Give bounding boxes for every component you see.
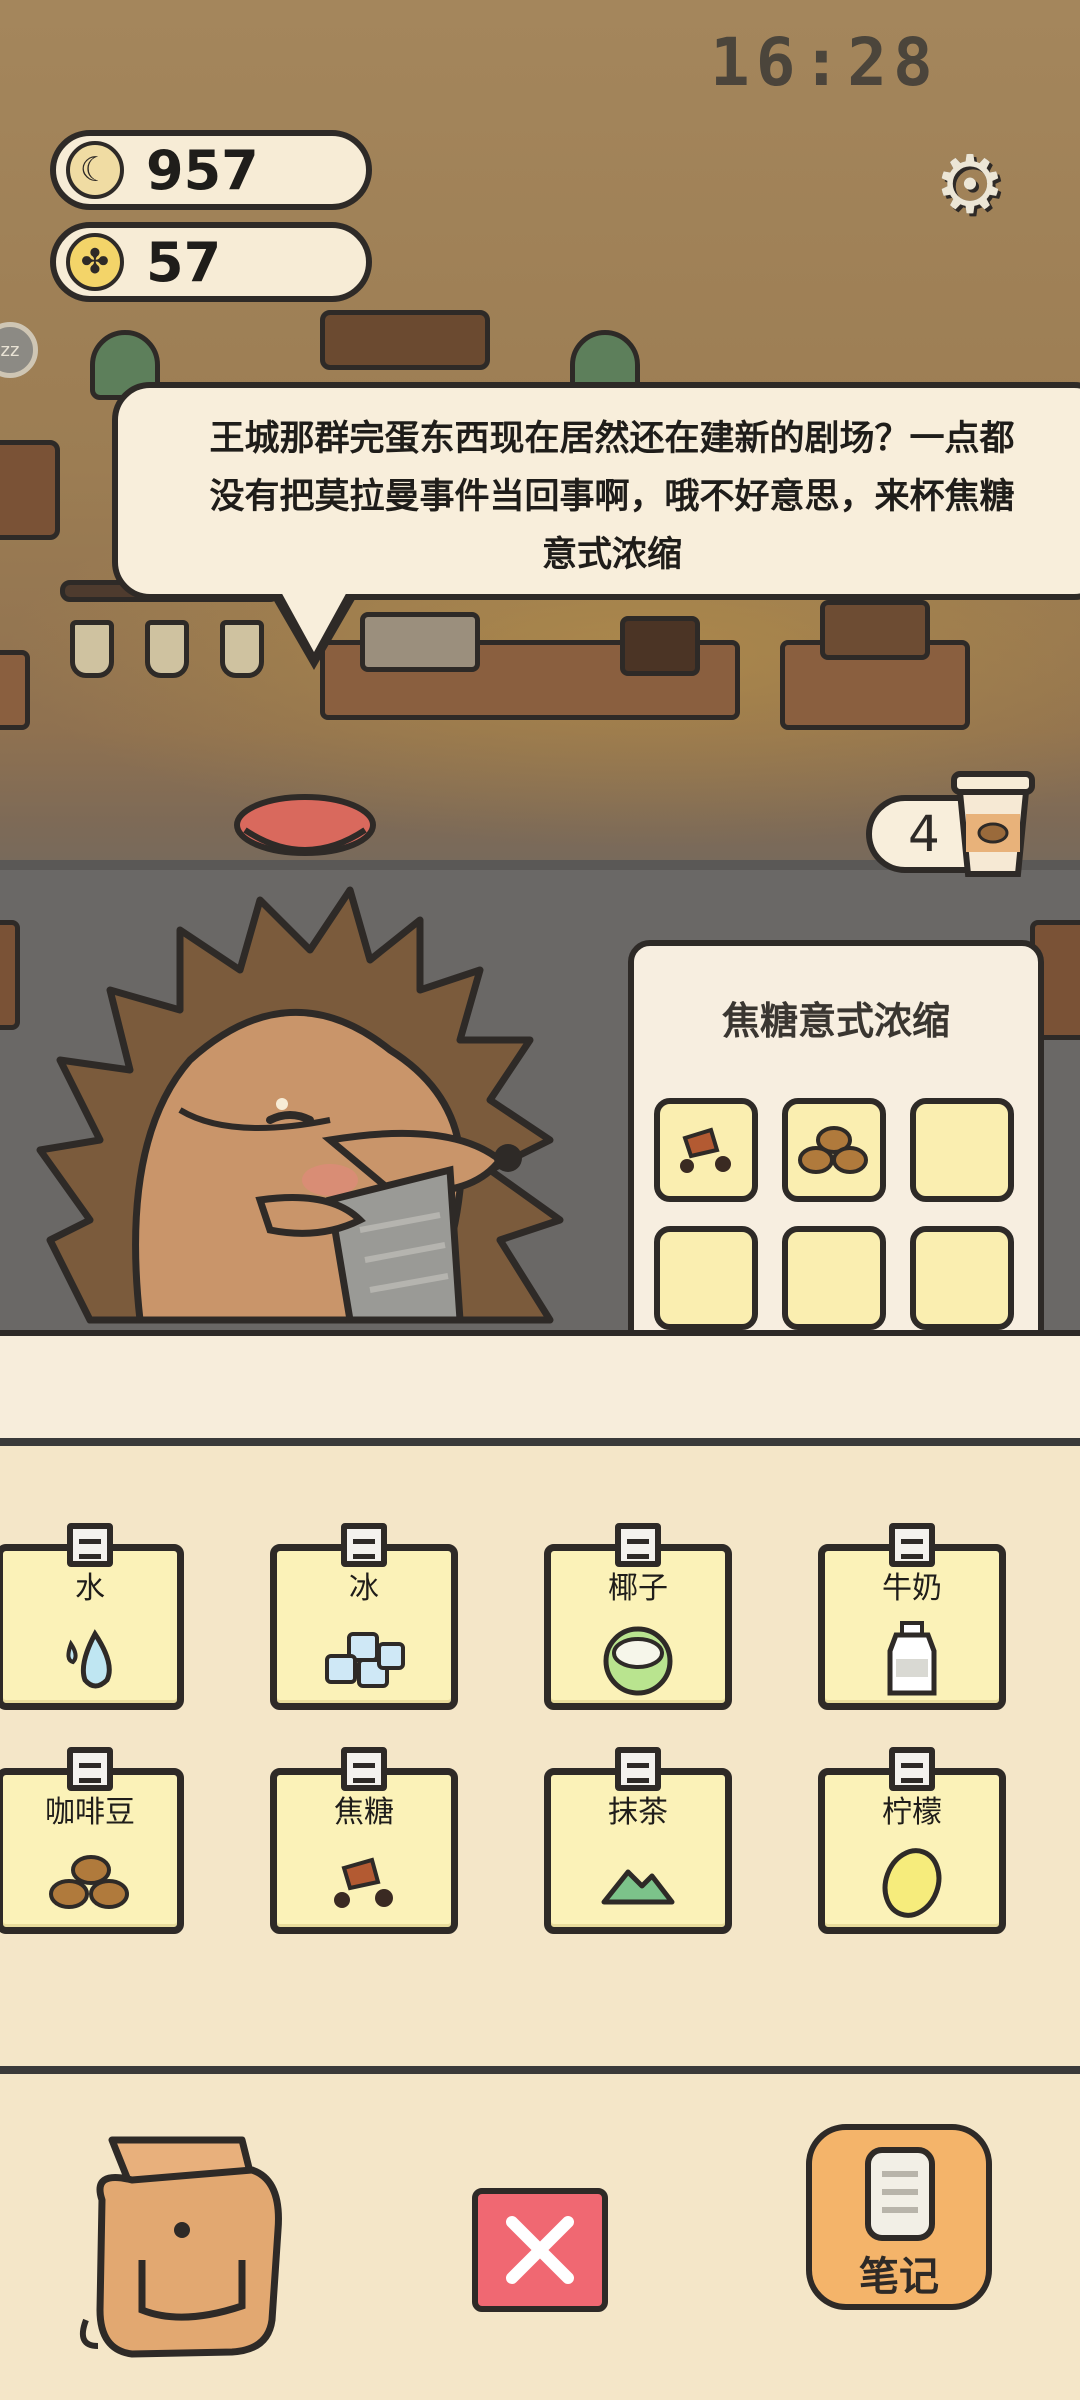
caramel-icon (680, 1127, 731, 1173)
ingredient-name: 椰子 (608, 1571, 668, 1606)
matcha-icon (601, 1869, 675, 1905)
recipe-slot-3[interactable] (910, 1098, 1014, 1202)
bag-icon[interactable] (72, 2110, 292, 2360)
dialog-line: 没有把莫拉曼事件当回事啊，哦不好意思，来杯焦糖 (209, 477, 1015, 517)
dialog-line: 意式浓缩 (541, 535, 682, 575)
recipe-slot-5[interactable] (782, 1226, 886, 1330)
water-drop-icon (66, 1629, 112, 1689)
ingredient-ice[interactable]: 冰 (270, 1523, 458, 1710)
notes-button[interactable]: 笔记 (806, 2124, 992, 2310)
moon-count: 957 (146, 138, 259, 202)
ingredient-name: 焦糖 (334, 1795, 394, 1830)
clip-icon (67, 1747, 113, 1791)
register (360, 612, 480, 672)
ice-cubes-icon (325, 1632, 405, 1688)
hedgehog-customer (36, 794, 564, 1324)
side-box (0, 650, 30, 730)
clip-icon (889, 1523, 935, 1567)
recipe-slot-4[interactable] (654, 1226, 758, 1330)
takeaway-cup-icon (951, 771, 1035, 877)
ingredient-matcha[interactable]: 抹茶 (544, 1747, 732, 1934)
clip-icon (615, 1523, 661, 1567)
lemon-icon (882, 1848, 942, 1918)
bubble-tail-inner (280, 590, 348, 652)
milk-bottle-icon (887, 1621, 937, 1696)
ingredient-name: 冰 (349, 1571, 379, 1606)
recipe-slot-2[interactable] (782, 1098, 886, 1202)
coconut-icon (603, 1626, 673, 1696)
clip-icon (889, 1747, 935, 1791)
ingredient-milk[interactable]: 牛奶 (818, 1523, 1006, 1710)
recipe-title: 焦糖意式浓缩 (721, 999, 950, 1043)
ingredient-name: 柠檬 (882, 1795, 942, 1830)
hanging-mug (145, 620, 189, 678)
counter-strip (0, 1330, 1080, 1446)
clip-icon (615, 1747, 661, 1791)
hanging-mug (220, 620, 264, 678)
ingredient-coffee-beans[interactable]: 咖啡豆 (0, 1747, 184, 1934)
clip-icon (67, 1523, 113, 1567)
caramel-icon (334, 1857, 393, 1908)
counter-stool (0, 920, 20, 1030)
coffee-beans-icon (49, 1855, 129, 1909)
ingredient-name: 抹茶 (608, 1795, 668, 1830)
ingredient-lemon[interactable]: 柠檬 (818, 1747, 1006, 1934)
cake-box (620, 616, 700, 676)
ingredient-name: 水 (75, 1571, 105, 1606)
dialog-bubble[interactable]: 王城那群完蛋东西现在居然还在建新的剧场？一点都 没有把莫拉曼事件当回事啊，哦不好… (112, 382, 1080, 600)
close-x-icon (506, 2216, 574, 2284)
recipe-card: 焦糖意式浓缩 (628, 940, 1044, 1374)
clip-icon (341, 1523, 387, 1567)
ingredient-name: 咖啡豆 (45, 1795, 135, 1830)
clip-icon (341, 1747, 387, 1791)
clover-count: 57 (146, 230, 222, 294)
dialog-line: 王城那群完蛋东西现在居然还在建新的剧场？一点都 (209, 419, 1015, 459)
order-count: 4 (908, 805, 940, 863)
notes-label: 笔记 (859, 2254, 939, 2300)
clock: 16:28 (710, 24, 939, 101)
frame-shelf (320, 310, 490, 370)
close-button[interactable] (472, 2188, 608, 2312)
recipe-slot-6[interactable] (910, 1226, 1014, 1330)
ingredient-caramel[interactable]: 焦糖 (270, 1747, 458, 1934)
ingredient-name: 牛奶 (882, 1571, 942, 1606)
clover-icon: ✤ (66, 233, 124, 291)
moon-currency: ☾ 957 (50, 130, 372, 210)
settings-gear-icon[interactable]: ⚙ (930, 145, 1010, 225)
coffee-beans-icon (798, 1126, 868, 1174)
hanging-mug (70, 620, 114, 678)
grinder-top (820, 600, 930, 660)
recipe-slot-1[interactable] (654, 1098, 758, 1202)
moon-icon: ☾ (66, 141, 124, 199)
side-shelf (0, 440, 60, 540)
clover-currency: ✤ 57 (50, 222, 372, 302)
ingredient-coconut[interactable]: 椰子 (544, 1523, 732, 1710)
ingredient-water[interactable]: 水 (0, 1523, 184, 1710)
notebook-icon (865, 2147, 935, 2241)
